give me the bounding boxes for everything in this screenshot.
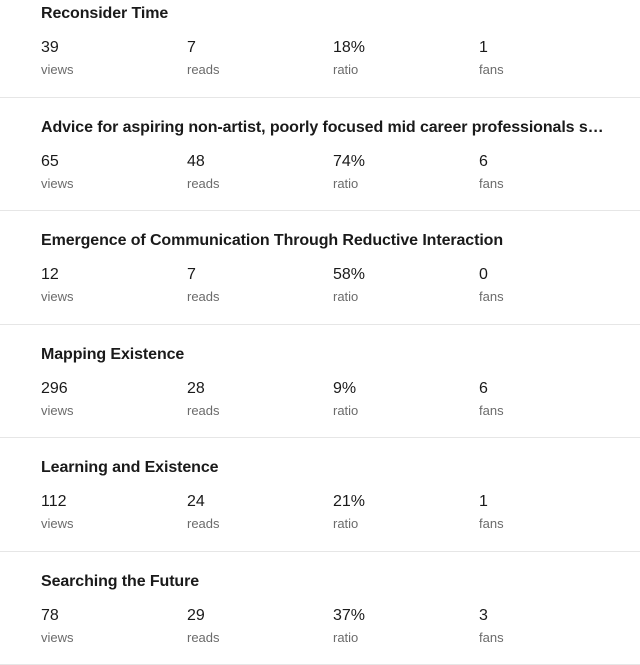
ratio-value: 21% <box>333 491 473 513</box>
story-title[interactable]: Advice for aspiring non-artist, poorly f… <box>41 117 606 139</box>
story-row[interactable]: Advice for aspiring non-artist, poorly f… <box>0 98 640 212</box>
reads-stat: 7 reads <box>187 37 327 78</box>
story-stats: 78 views 29 reads 37% ratio 3 fans <box>41 605 640 655</box>
story-row[interactable]: Learning and Existence 112 views 24 reads … <box>0 438 640 552</box>
views-value: 39 <box>41 37 181 59</box>
fans-label: fans <box>479 176 619 192</box>
story-title[interactable]: Mapping Existence <box>41 344 606 366</box>
ratio-stat: 37% ratio <box>333 605 473 646</box>
fans-stat: 0 fans <box>479 264 619 305</box>
ratio-label: ratio <box>333 289 473 305</box>
ratio-value: 58% <box>333 264 473 286</box>
fans-label: fans <box>479 403 619 419</box>
fans-stat: 6 fans <box>479 378 619 419</box>
ratio-stat: 21% ratio <box>333 491 473 532</box>
ratio-label: ratio <box>333 630 473 646</box>
reads-stat: 29 reads <box>187 605 327 646</box>
reads-stat: 7 reads <box>187 264 327 305</box>
reads-stat: 28 reads <box>187 378 327 419</box>
reads-value: 29 <box>187 605 327 627</box>
story-title[interactable]: Reconsider Time <box>41 3 606 25</box>
reads-value: 48 <box>187 151 327 173</box>
story-stats: 12 views 7 reads 58% ratio 0 fans <box>41 264 640 314</box>
views-label: views <box>41 403 181 419</box>
reads-label: reads <box>187 630 327 646</box>
story-row[interactable]: Reconsider Time 39 views 7 reads 18% ratio … <box>0 0 640 98</box>
views-label: views <box>41 176 181 192</box>
views-stat: 296 views <box>41 378 181 419</box>
fans-label: fans <box>479 630 619 646</box>
story-title[interactable]: Searching the Future <box>41 571 606 593</box>
story-row[interactable]: Emergence of Communication Through Reduc… <box>0 211 640 325</box>
story-stats: 296 views 28 reads 9% ratio 6 fans <box>41 378 640 428</box>
reads-label: reads <box>187 403 327 419</box>
ratio-stat: 9% ratio <box>333 378 473 419</box>
reads-label: reads <box>187 176 327 192</box>
views-value: 112 <box>41 491 181 513</box>
views-label: views <box>41 289 181 305</box>
reads-value: 24 <box>187 491 327 513</box>
story-row[interactable]: Searching the Future 78 views 29 reads 37%… <box>0 552 640 665</box>
reads-value: 28 <box>187 378 327 400</box>
fans-value: 3 <box>479 605 619 627</box>
fans-stat: 1 fans <box>479 491 619 532</box>
views-stat: 78 views <box>41 605 181 646</box>
views-value: 65 <box>41 151 181 173</box>
fans-stat: 6 fans <box>479 151 619 192</box>
reads-value: 7 <box>187 37 327 59</box>
story-title[interactable]: Learning and Existence <box>41 457 606 479</box>
fans-value: 6 <box>479 378 619 400</box>
views-stat: 39 views <box>41 37 181 78</box>
story-stats: 39 views 7 reads 18% ratio 1 fans <box>41 37 640 87</box>
story-stats-list: Reconsider Time 39 views 7 reads 18% ratio … <box>0 0 640 665</box>
fans-label: fans <box>479 516 619 532</box>
ratio-stat: 18% ratio <box>333 37 473 78</box>
reads-stat: 24 reads <box>187 491 327 532</box>
views-stat: 112 views <box>41 491 181 532</box>
ratio-label: ratio <box>333 176 473 192</box>
views-stat: 65 views <box>41 151 181 192</box>
views-value: 12 <box>41 264 181 286</box>
views-label: views <box>41 516 181 532</box>
reads-label: reads <box>187 289 327 305</box>
reads-value: 7 <box>187 264 327 286</box>
ratio-stat: 74% ratio <box>333 151 473 192</box>
reads-label: reads <box>187 516 327 532</box>
fans-value: 1 <box>479 491 619 513</box>
fans-stat: 3 fans <box>479 605 619 646</box>
story-stats: 65 views 48 reads 74% ratio 6 fans <box>41 151 640 201</box>
views-value: 296 <box>41 378 181 400</box>
reads-stat: 48 reads <box>187 151 327 192</box>
fans-value: 0 <box>479 264 619 286</box>
views-label: views <box>41 630 181 646</box>
ratio-value: 37% <box>333 605 473 627</box>
ratio-value: 9% <box>333 378 473 400</box>
ratio-label: ratio <box>333 403 473 419</box>
views-value: 78 <box>41 605 181 627</box>
ratio-label: ratio <box>333 516 473 532</box>
views-label: views <box>41 62 181 78</box>
fans-label: fans <box>479 62 619 78</box>
ratio-value: 74% <box>333 151 473 173</box>
fans-label: fans <box>479 289 619 305</box>
fans-value: 1 <box>479 37 619 59</box>
story-stats: 112 views 24 reads 21% ratio 1 fans <box>41 491 640 541</box>
fans-stat: 1 fans <box>479 37 619 78</box>
fans-value: 6 <box>479 151 619 173</box>
ratio-label: ratio <box>333 62 473 78</box>
ratio-value: 18% <box>333 37 473 59</box>
reads-label: reads <box>187 62 327 78</box>
story-row[interactable]: Mapping Existence 296 views 28 reads 9% rat… <box>0 325 640 439</box>
ratio-stat: 58% ratio <box>333 264 473 305</box>
story-title[interactable]: Emergence of Communication Through Reduc… <box>41 230 606 252</box>
views-stat: 12 views <box>41 264 181 305</box>
